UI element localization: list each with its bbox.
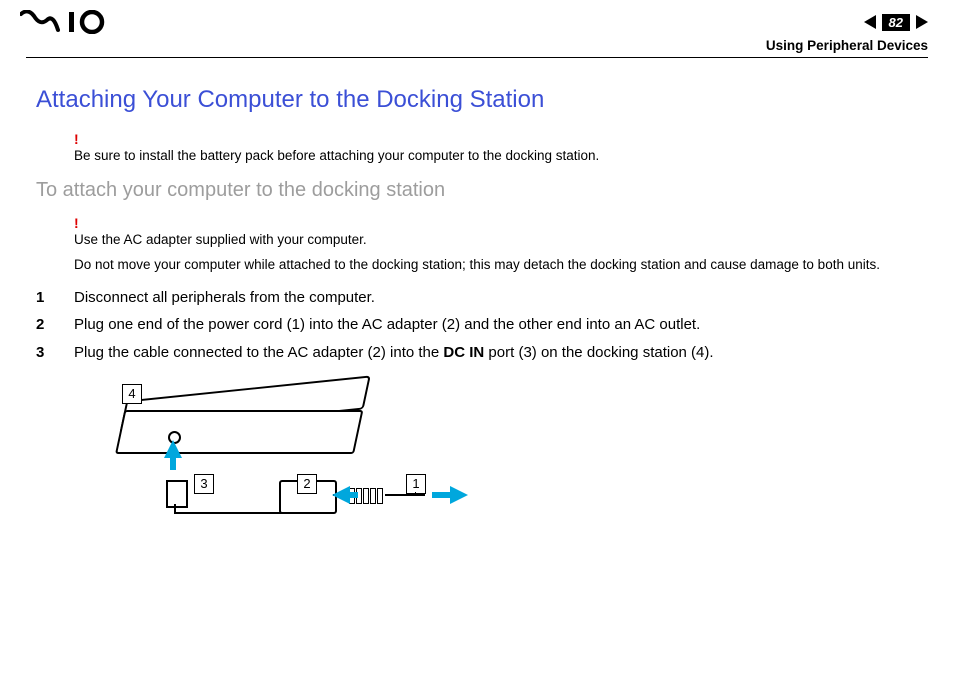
callout-4: 4 (122, 384, 142, 404)
page-number-badge: 82 (882, 14, 910, 31)
caution-icon: ! (74, 132, 918, 146)
step-1: Disconnect all peripherals from the comp… (36, 286, 918, 309)
caution-install-battery: ! Be sure to install the battery pack be… (74, 132, 918, 163)
docking-illustration: 4 3 2 1 (86, 378, 496, 548)
caution-text: Be sure to install the battery pack befo… (74, 148, 599, 163)
caution-adapter: ! Use the AC adapter supplied with your … (74, 216, 918, 272)
caution-adapter-line1: Use the AC adapter supplied with your co… (74, 232, 918, 247)
callout-1: 1 (406, 474, 426, 494)
caution-icon: ! (74, 216, 918, 230)
step-3-prefix: Plug the cable connected to the AC adapt… (74, 344, 443, 361)
step-3-bold: DC IN (443, 344, 484, 361)
steps-list: Disconnect all peripherals from the comp… (36, 286, 918, 364)
vaio-logo (20, 10, 130, 34)
step-3-suffix: port (3) on the docking station (4). (484, 344, 713, 361)
callout-3: 3 (194, 474, 214, 494)
section-label: Using Peripheral Devices (0, 38, 954, 55)
next-page-arrow[interactable] (916, 15, 928, 29)
procedure-heading: To attach your computer to the docking s… (36, 179, 918, 202)
page-title: Attaching Your Computer to the Docking S… (36, 86, 918, 114)
step-2: Plug one end of the power cord (1) into … (36, 313, 918, 336)
prev-page-arrow[interactable] (864, 15, 876, 29)
callout-2: 2 (297, 474, 317, 494)
caution-adapter-line2: Do not move your computer while attached… (74, 257, 918, 272)
step-3: Plug the cable connected to the AC adapt… (36, 341, 918, 364)
